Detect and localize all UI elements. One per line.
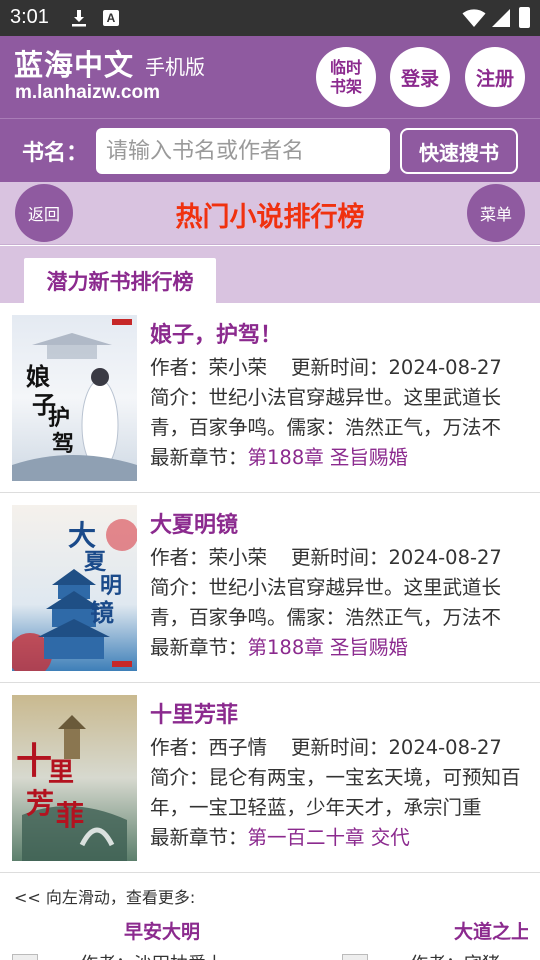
book-latest-row: 最新章节：第188章 圣旨赐婚 [150,633,528,663]
wifi-icon [462,9,486,27]
latest-chapter-link[interactable]: 第188章 圣旨赐婚 [248,636,408,659]
latest-chapter-label: 最新章节： [150,446,248,469]
book-intro: 简介：世纪小法官穿越异世。这里武道长青，百家争鸣。儒家：浩然正气，万法不 [150,386,502,439]
battery-icon [519,7,530,28]
latest-chapter-label: 最新章节： [150,826,248,849]
ranking-tabs: 潜力新书排行榜 [0,246,540,303]
book-intro: 简介：昆仑有两宝，一宝玄天境，可预知百年，一宝卫轻蓝，少年天才，承宗门重 [150,766,521,819]
recommended-book-cover[interactable] [12,954,38,960]
book-intro: 简介：世纪小法官穿越异世。这里武道长青，百家争鸣。儒家：浩然正气，万法不 [150,576,502,629]
book-title[interactable]: 娘子，护驾！ [150,319,528,353]
latest-chapter-link[interactable]: 第一百二十章 交代 [248,826,410,849]
recommended-book-author: 作者：沙田柚爱上 [80,950,224,960]
cover-title-char: 驾 [52,431,74,457]
book-title[interactable]: 十里芳菲 [150,699,528,733]
cover-title-char: 护 [48,405,70,431]
book-title[interactable]: 大夏明镜 [150,509,528,543]
book-list-item[interactable]: 大 夏 明 镜 大夏明镜 作者：荣小荣 更新时间：2024-08-27 简介：世纪… [0,493,540,683]
site-url: m.lanhaizw.com [15,82,160,103]
cover-title-char: 镜 [90,598,114,627]
site-logo-name[interactable]: 蓝海中文 [14,42,134,84]
cover-title-char: 十 [16,740,52,782]
page-title: 热门小说排行榜 [175,202,365,233]
login-button[interactable]: 登录 [390,47,450,107]
status-time: 3:01 [10,6,49,28]
book-list-item[interactable]: 娘 子 护 驾 娘子，护驾！ 作者：荣小荣 更新时间：2024-08-27 简介：… [0,303,540,493]
book-author: 作者：荣小荣 [150,356,268,379]
book-latest-row: 最新章节：第一百二十章 交代 [150,823,528,853]
search-input[interactable] [96,128,390,174]
book-update-time: 更新时间：2024-08-27 [291,736,502,759]
book-cover[interactable]: 十 里 芳 菲 [12,695,137,861]
recommended-book-title[interactable]: 大道之上 [454,917,528,944]
book-list-item[interactable]: 十 里 芳 菲 十里芳菲 作者：西子情 更新时间：2024-08-27 简介：昆仑… [0,683,540,873]
download-icon [72,10,86,27]
cover-title-char: 大 [68,519,96,552]
recommended-book-cover[interactable] [342,954,368,960]
status-bar: 3:01 A [0,0,540,36]
shelf-label-line2: 书架 [329,77,362,96]
book-author: 作者：西子情 [150,736,268,759]
latest-chapter-link[interactable]: 第188章 圣旨赐婚 [248,446,408,469]
temp-bookshelf-label: 临时 书架 [326,58,366,96]
search-label: 书名： [22,141,89,166]
book-info: 大夏明镜 作者：荣小荣 更新时间：2024-08-27 简介：世纪小法官穿越异世。… [150,509,528,663]
shelf-label-line1: 临时 [329,58,362,77]
recommended-book-title[interactable]: 早安大明 [124,917,200,944]
quick-search-button[interactable]: 快速搜书 [400,128,518,174]
signal-icon [492,9,510,27]
cover-title-char: 菲 [56,799,84,832]
tab-potential-new-books[interactable]: 潜力新书排行榜 [24,258,216,303]
book-update-time: 更新时间：2024-08-27 [291,356,502,379]
book-meta: 作者：荣小荣 更新时间：2024-08-27 [150,353,528,383]
cover-title-char: 夏 [84,549,107,575]
book-meta: 作者：西子情 更新时间：2024-08-27 [150,733,528,763]
book-info: 十里芳菲 作者：西子情 更新时间：2024-08-27 简介：昆仑有两宝，一宝玄天… [150,699,528,853]
book-meta: 作者：荣小荣 更新时间：2024-08-27 [150,543,528,573]
cover-title-char: 娘 [26,362,50,391]
book-info: 娘子，护驾！ 作者：荣小荣 更新时间：2024-08-27 简介：世纪小法官穿越异… [150,319,528,473]
cover-title-char: 明 [100,573,122,599]
latest-chapter-label: 最新章节： [150,636,248,659]
temp-bookshelf-button[interactable]: 临时 书架 [316,47,376,107]
a-icon: A [103,10,119,26]
book-author: 作者：荣小荣 [150,546,268,569]
book-cover[interactable]: 娘 子 护 驾 [12,315,137,481]
cover-title-char: 里 [48,758,74,788]
title-bar: 返回 热门小说排行榜 菜单 [0,182,540,245]
search-bar: 书名： 快速搜书 [0,118,540,182]
menu-button[interactable]: 菜单 [467,184,525,242]
cover-title-char: 芳 [26,787,54,820]
site-subtitle: 手机版 [145,55,205,79]
register-button[interactable]: 注册 [465,47,525,107]
book-latest-row: 最新章节：第188章 圣旨赐婚 [150,443,528,473]
swipe-more-hint: << 向左滑动，查看更多: [14,888,196,907]
recommended-book-author: 作者：宅猪 [410,950,500,960]
book-update-time: 更新时间：2024-08-27 [291,546,502,569]
book-cover[interactable]: 大 夏 明 镜 [12,505,137,671]
site-header: 蓝海中文 手机版 m.lanhaizw.com 临时 书架 登录 注册 [0,36,540,118]
